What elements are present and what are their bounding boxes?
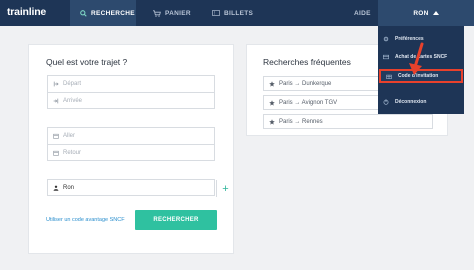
tab-tickets-label: BILLETS	[224, 9, 254, 17]
departure-field[interactable]: Départ	[47, 75, 215, 92]
cart-icon	[153, 9, 161, 17]
brand-logo[interactable]: trainline	[7, 6, 46, 18]
tab-help-label: AIDE	[354, 9, 371, 17]
search-form-title: Quel est votre trajet ?	[46, 57, 128, 67]
arrival-placeholder: Arrivée	[63, 97, 83, 104]
arrival-icon	[53, 98, 59, 103]
star-icon	[269, 99, 275, 106]
frequent-search-item[interactable]: Paris → Rennes	[263, 114, 433, 129]
calendar-icon	[53, 150, 59, 156]
power-icon	[383, 99, 389, 105]
tab-cart-label: PANIER	[165, 9, 191, 17]
search-icon	[80, 9, 87, 17]
menu-item-logout[interactable]: Déconnexion	[378, 96, 464, 108]
tab-search-label: RECHERCHE	[91, 9, 135, 17]
plus-icon: +	[222, 182, 229, 195]
frequent-search-label: Paris → Dunkerque	[279, 80, 332, 87]
search-form-card: Quel est votre trajet ? Départ Arrivée A…	[28, 44, 234, 254]
tab-cart[interactable]: PANIER	[153, 0, 205, 26]
card-icon	[383, 54, 389, 60]
departure-placeholder: Départ	[63, 81, 82, 87]
outbound-placeholder: Aller	[63, 133, 76, 139]
annotation-arrow-icon	[409, 42, 424, 75]
star-icon	[269, 80, 275, 87]
tab-search[interactable]: RECHERCHE	[70, 0, 136, 26]
user-name: RON	[413, 9, 429, 17]
passenger-name: Ron	[63, 184, 75, 191]
passenger-field[interactable]: Ron +	[47, 179, 229, 197]
user-menu-toggle[interactable]: RON	[378, 0, 474, 26]
search-button[interactable]: RECHERCHER	[135, 210, 217, 230]
outbound-date-field[interactable]: Aller	[47, 127, 215, 144]
menu-item-label: Déconnexion	[395, 99, 427, 105]
frequent-search-label: Paris → Avignon TGV	[279, 99, 338, 106]
return-placeholder: Retour	[63, 149, 82, 156]
person-icon	[53, 185, 59, 191]
calendar-icon	[53, 133, 59, 139]
add-passenger-button[interactable]: +	[216, 180, 234, 197]
advantage-code-link[interactable]: Utiliser un code avantage SNCF	[46, 217, 125, 223]
top-navbar: trainline RECHERCHE PANIER BILLETS AIDE …	[0, 0, 474, 26]
caret-up-icon	[432, 11, 439, 15]
ticket-icon	[212, 10, 220, 16]
arrival-field[interactable]: Arrivée	[47, 92, 215, 109]
star-icon	[269, 118, 275, 125]
frequent-search-label: Paris → Rennes	[279, 118, 323, 125]
gear-icon	[383, 36, 389, 42]
tab-help[interactable]: AIDE	[354, 0, 371, 26]
return-date-field[interactable]: Retour	[47, 144, 215, 161]
frequent-searches-title: Recherches fréquentes	[263, 57, 351, 67]
tab-tickets[interactable]: BILLETS	[212, 0, 272, 26]
gift-icon	[386, 74, 392, 79]
departure-icon	[53, 81, 59, 87]
